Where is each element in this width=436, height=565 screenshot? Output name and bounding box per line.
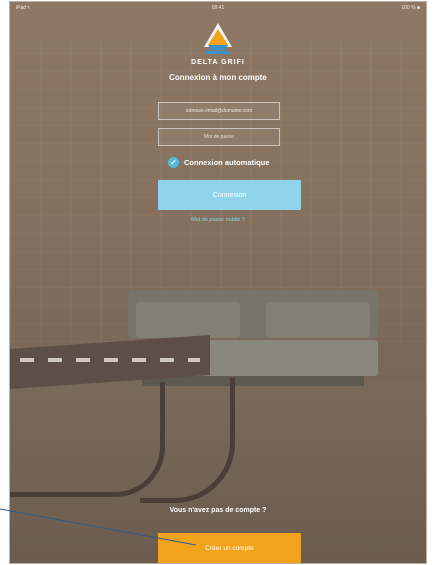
status-battery: 100 % ■ bbox=[401, 5, 420, 11]
login-title: Connexion à mon compte bbox=[169, 73, 267, 82]
password-field[interactable] bbox=[158, 128, 280, 146]
chair-leg bbox=[10, 382, 165, 497]
connect-button[interactable]: Connexion bbox=[158, 180, 301, 210]
auto-connect-label: Connexion automatique bbox=[184, 157, 270, 167]
status-time: 09:41 bbox=[211, 5, 225, 11]
sofa-cushion bbox=[266, 302, 370, 338]
brand-name: DELTA GRIFI bbox=[191, 59, 245, 66]
no-account-prompt: Vous n'avez pas de compte ? bbox=[169, 507, 267, 514]
checkmark-icon[interactable]: ✓ bbox=[168, 156, 179, 168]
brand-logo-icon bbox=[204, 23, 232, 54]
forgot-password-link[interactable]: Mot de passe oublié ? bbox=[10, 217, 426, 223]
email-field[interactable] bbox=[158, 102, 280, 120]
chair-stripes bbox=[20, 358, 200, 362]
create-account-button[interactable]: Créer un compte bbox=[158, 533, 301, 563]
app-screen: iPad ≈ 09:41 100 % ■ DELTA GRIFI Connexi… bbox=[10, 2, 426, 563]
sofa-cushion bbox=[136, 302, 240, 338]
status-bar: iPad ≈ 09:41 100 % ■ bbox=[10, 2, 426, 14]
auto-connect-toggle[interactable]: ✓ Connexion automatique bbox=[168, 156, 269, 168]
